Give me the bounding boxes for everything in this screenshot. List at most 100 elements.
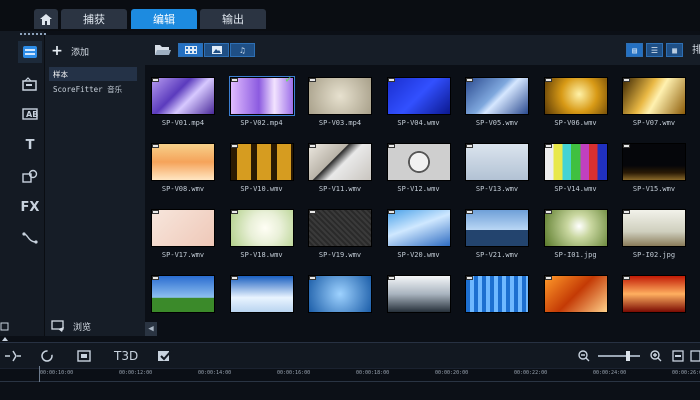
library-toolbar: ♫ ▤ ☰ ▦ 排: [145, 35, 700, 65]
media-thumbnail[interactable]: SP-V11.wmv: [305, 138, 375, 200]
playhead[interactable]: [39, 366, 40, 382]
media-thumbnail[interactable]: SP-V19.wmv: [305, 204, 375, 266]
tab-capture[interactable]: 捕获: [61, 9, 127, 29]
loop-icon[interactable]: [40, 348, 54, 364]
thumbnail-image: [543, 143, 608, 181]
top-tab-bar: 捕获 编辑 输出: [0, 0, 700, 31]
media-filename: SP-V10.wmv: [240, 185, 283, 193]
smart-fit-icon[interactable]: [4, 348, 22, 364]
media-thumbnail[interactable]: SP-V14.wmv: [541, 138, 611, 200]
media-thumbnail[interactable]: SP-V18.wmv: [227, 204, 297, 266]
video-clip-icon: [309, 78, 316, 82]
media-thumbnail[interactable]: [619, 270, 689, 324]
media-thumbnail[interactable]: SP-I02.jpg: [619, 204, 689, 266]
timeline-ruler[interactable]: 00:00:10:00 00:00:12:00 00:00:14:00 00:00:1…: [0, 368, 700, 382]
media-filename: SP-I02.jpg: [632, 251, 676, 259]
media-thumbnail[interactable]: SP-I01.jpg: [541, 204, 611, 266]
photo-icon: [211, 46, 222, 54]
video-clip-icon: [309, 276, 316, 280]
ruler-tick-label: 00:00:24:00: [593, 370, 627, 376]
thumbnail-image: [465, 143, 529, 181]
drag-handle[interactable]: [20, 33, 46, 35]
media-thumbnail[interactable]: [462, 270, 532, 324]
thumbnail-view-button[interactable]: ▤: [626, 43, 643, 57]
tree-item-scorefitter[interactable]: ScoreFitter 音乐: [49, 82, 137, 96]
media-thumbnail[interactable]: [384, 270, 454, 324]
tab-share[interactable]: 输出: [200, 9, 266, 29]
media-thumbnail[interactable]: SP-V04.wmv: [384, 72, 454, 134]
media-thumbnail[interactable]: SP-V08.wmv: [148, 138, 218, 200]
home-tab[interactable]: [34, 9, 58, 29]
collapse-panel-button[interactable]: ◀: [145, 322, 157, 336]
media-filename: SP-V18.wmv: [240, 251, 283, 259]
graphics-icon[interactable]: [18, 165, 42, 187]
media-filename: SP-V14.wmv: [554, 185, 597, 193]
home-icon: [40, 13, 52, 25]
thumbnail-image: [229, 209, 294, 247]
svg-text:AB: AB: [26, 110, 38, 119]
video-clip-icon: [152, 210, 159, 214]
media-thumbnail[interactable]: SP-V13.wmv: [462, 138, 532, 200]
show-audio-toggle[interactable]: ♫: [230, 43, 255, 57]
media-thumbnail[interactable]: [148, 270, 218, 324]
zoom-slider-knob[interactable]: [626, 351, 630, 361]
media-library-icon[interactable]: [18, 41, 42, 63]
timeline-track-area[interactable]: [0, 382, 700, 400]
video-clip-icon: [623, 144, 630, 148]
video-clip-icon: [152, 78, 159, 82]
video-clip-icon: [466, 144, 473, 148]
zoom-in-icon[interactable]: [650, 348, 662, 364]
sort-button[interactable]: 排: [692, 41, 700, 56]
media-thumbnail[interactable]: SP-V06.wmv: [541, 72, 611, 134]
video-clip-icon: [544, 144, 552, 148]
media-thumbnail[interactable]: [541, 270, 611, 324]
add-folder-button[interactable]: + 添加: [51, 43, 89, 59]
zoom-out-icon[interactable]: [578, 348, 590, 364]
title-tool-icon[interactable]: T: [18, 134, 42, 156]
zoom-slider[interactable]: [598, 355, 640, 357]
media-filename: SP-V01.mp4: [161, 119, 205, 127]
media-thumbnail[interactable]: SP-V05.wmv: [462, 72, 532, 134]
record-capture-icon[interactable]: [77, 348, 91, 364]
media-thumbnail[interactable]: [227, 270, 297, 324]
fx-filter-icon[interactable]: FX: [18, 196, 42, 218]
media-thumbnail[interactable]: SP-V03.mp4: [305, 72, 375, 134]
media-thumbnail[interactable]: [305, 270, 375, 324]
video-clip-icon: [230, 210, 238, 214]
browse-button[interactable]: 浏览: [51, 318, 91, 334]
fit-project-icon[interactable]: [672, 348, 684, 364]
media-thumbnail[interactable]: SP-V01.mp4: [148, 72, 218, 134]
show-video-toggle[interactable]: [178, 43, 203, 57]
ruler-tick-label: 00:00:20:00: [435, 370, 469, 376]
instant-project-icon[interactable]: [18, 73, 42, 95]
thumbnail-image: [543, 275, 608, 313]
folder-open-icon[interactable]: [154, 43, 172, 57]
media-thumbnail[interactable]: SP-V15.wmv: [619, 138, 689, 200]
ruler-tick-label: 00:00:14:00: [198, 370, 232, 376]
media-thumbnail[interactable]: SP-V10.wmv: [227, 138, 297, 200]
media-thumbnail[interactable]: SP-V17.wmv: [148, 204, 218, 266]
media-thumbnail[interactable]: SP-V07.wmv: [619, 72, 689, 134]
tree-item-samples[interactable]: 样本: [49, 67, 137, 81]
thumbnail-image: [386, 77, 451, 115]
chevron-left-icon: ◀: [148, 324, 154, 334]
ruler-tick-label: 00:00:26:00: [672, 370, 700, 376]
title-3d-icon[interactable]: T3D: [114, 348, 138, 364]
media-thumbnail[interactable]: SP-V12.wmv: [384, 138, 454, 200]
transition-icon[interactable]: AB: [18, 103, 42, 125]
show-photo-toggle[interactable]: [204, 43, 229, 57]
check-mark-icon[interactable]: [157, 348, 173, 364]
media-thumbnail[interactable]: SP-V21.wmv: [462, 204, 532, 266]
media-thumbnail[interactable]: ✔ SP-V02.mp4: [227, 72, 297, 134]
video-clip-icon: [623, 210, 630, 214]
detail-view-button[interactable]: ▦: [666, 43, 683, 57]
thumbnail-image: [386, 209, 451, 247]
media-thumbnail[interactable]: SP-V20.wmv: [384, 204, 454, 266]
path-motion-icon[interactable]: [18, 227, 42, 249]
timeline-overflow-icon[interactable]: [690, 348, 700, 364]
media-filename: SP-V19.wmv: [318, 251, 362, 259]
tab-edit[interactable]: 编辑: [131, 9, 197, 29]
browse-icon: [51, 320, 64, 332]
list-view-icon: ☰: [650, 45, 659, 55]
list-view-button[interactable]: ☰: [646, 43, 663, 57]
